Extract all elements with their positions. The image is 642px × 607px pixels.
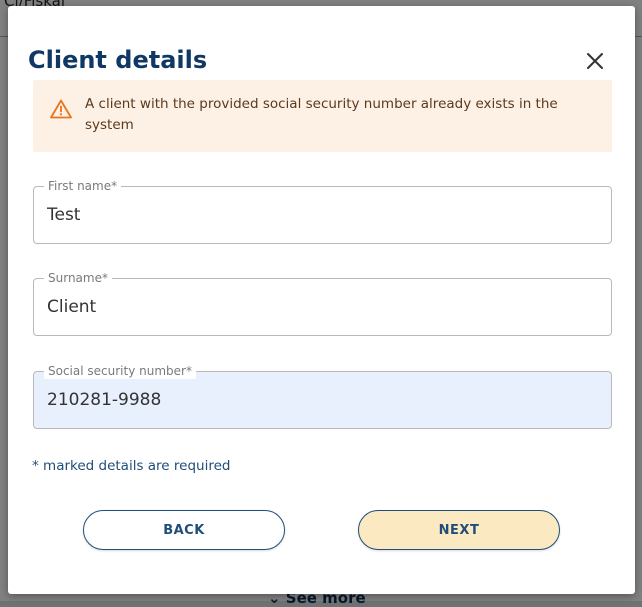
surname-field: Surname* (33, 270, 612, 336)
modal-title: Client details (28, 46, 208, 74)
first-name-label: First name* (44, 178, 122, 194)
duplicate-client-alert: A client with the provided social securi… (33, 80, 612, 152)
close-button[interactable] (583, 49, 607, 73)
next-button[interactable]: NEXT (358, 510, 560, 550)
ssn-field: Social security number* (33, 363, 612, 429)
ssn-label: Social security number* (44, 363, 196, 379)
first-name-input[interactable] (47, 203, 587, 227)
close-icon (587, 53, 603, 69)
first-name-field: First name* (33, 178, 612, 244)
warning-triangle-icon (50, 99, 72, 119)
surname-input[interactable] (47, 295, 587, 319)
back-button[interactable]: BACK (83, 510, 285, 550)
alert-message: A client with the provided social securi… (85, 96, 558, 133)
client-details-modal: Client details A client with the provide… (8, 6, 635, 594)
required-fields-note: * marked details are required (32, 458, 231, 474)
ssn-input[interactable] (47, 388, 587, 412)
surname-label: Surname* (44, 270, 112, 286)
